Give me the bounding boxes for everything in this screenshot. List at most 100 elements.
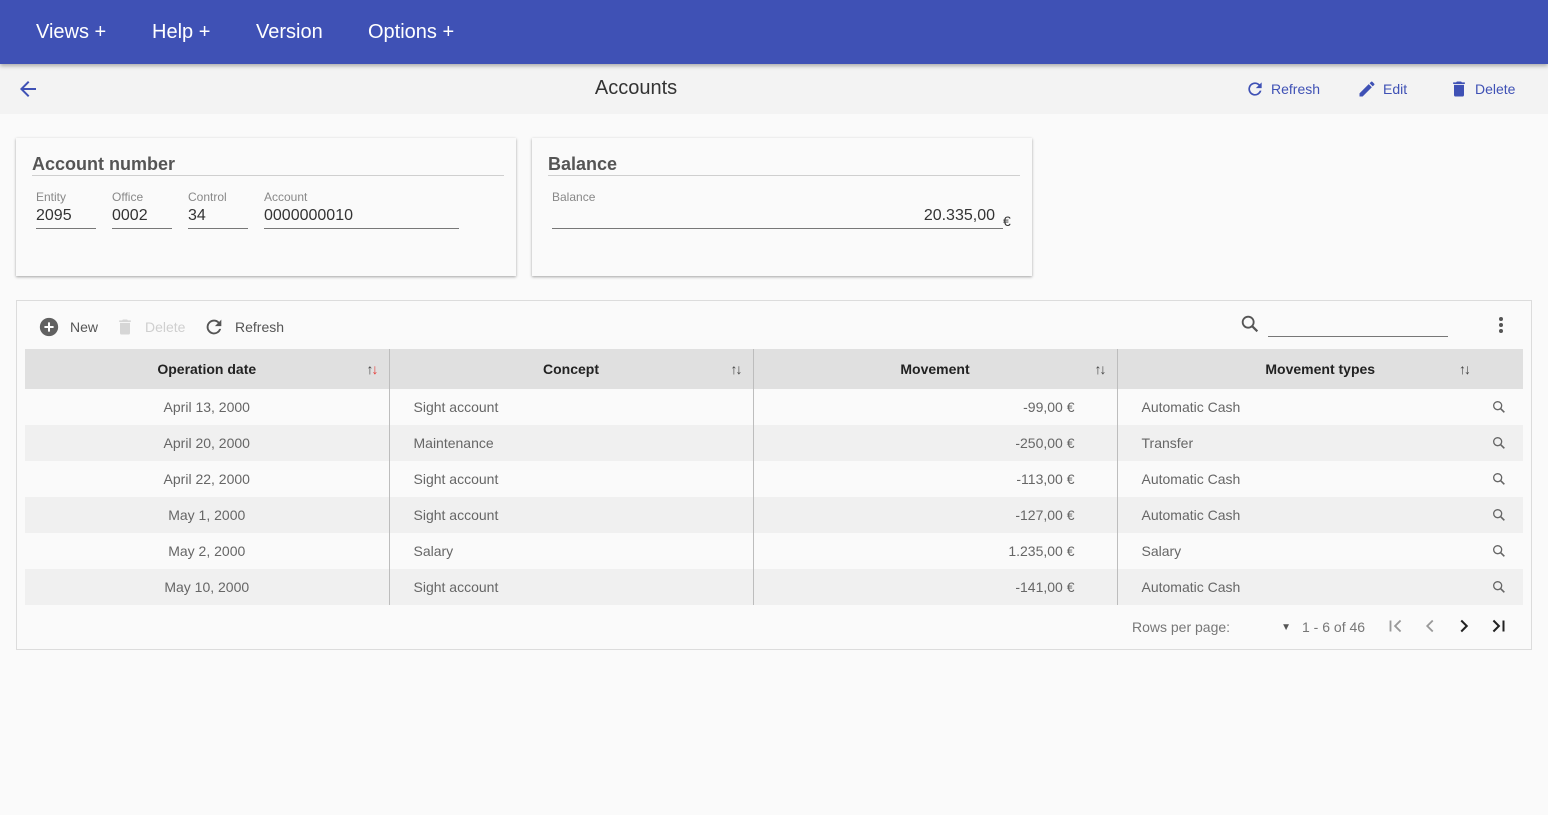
trash-icon xyxy=(119,319,131,335)
previous-page-icon[interactable] xyxy=(1419,615,1441,637)
cell-movement: -127,00 € xyxy=(752,497,1117,533)
column-header-operation-date[interactable]: Operation date ↑↓ xyxy=(25,349,389,389)
account-value[interactable]: 0000000010 xyxy=(264,207,459,229)
sort-arrows-icon[interactable]: ↑↓ xyxy=(731,361,743,377)
column-header-movement[interactable]: Movement ↑↓ xyxy=(752,349,1117,389)
search-icon[interactable] xyxy=(1491,399,1507,415)
column-header-label: Concept xyxy=(543,361,599,377)
new-button[interactable]: New xyxy=(38,315,98,339)
search-icon[interactable] xyxy=(1491,579,1507,595)
search-icon xyxy=(1241,315,1259,333)
column-header-concept[interactable]: Concept ↑↓ xyxy=(388,349,753,389)
entity-value[interactable]: 2095 xyxy=(36,207,96,229)
sort-arrows-icon[interactable]: ↑↓ xyxy=(1459,361,1471,377)
table-row[interactable]: May 10, 2000 Sight account -141,00 € Aut… xyxy=(25,569,1523,605)
refresh-button[interactable]: Refresh xyxy=(203,315,284,339)
control-value[interactable]: 34 xyxy=(188,207,248,229)
page-title: Accounts xyxy=(594,77,678,99)
column-header-label: Movement types xyxy=(1265,361,1376,377)
page-range: 1 - 6 of 46 xyxy=(1302,619,1366,635)
movements-grid: New Delete Refresh Operation date ↑↓ Con… xyxy=(16,300,1532,650)
refresh-label: Refresh xyxy=(235,319,285,335)
table-header-row: Operation date ↑↓ Concept ↑↓ Movement ↑↓… xyxy=(25,349,1523,389)
rows-per-page-select[interactable]: ▼ xyxy=(1251,617,1291,637)
cell-concept: Sight account xyxy=(388,461,753,497)
cell-movement-type: Automatic Cash xyxy=(1116,497,1523,533)
first-page-icon[interactable] xyxy=(1385,615,1407,637)
balance-value[interactable]: 20.335,00 xyxy=(552,207,1003,229)
account-number-card: Account number Entity 2095 Office 0002 C… xyxy=(16,138,516,276)
balance-label: Balance xyxy=(552,190,596,204)
cell-concept: Salary xyxy=(388,533,753,569)
account-label: Account xyxy=(264,190,308,204)
cell-movement-type: Automatic Cash xyxy=(1116,569,1523,605)
top-app-bar: Views + Help + Version Options + xyxy=(0,0,1548,64)
entity-field[interactable]: Entity 2095 xyxy=(36,190,96,229)
dropdown-triangle-icon: ▼ xyxy=(1281,621,1291,633)
cell-movement-type: Automatic Cash xyxy=(1116,389,1523,425)
header-delete-button[interactable]: Delete xyxy=(1449,77,1515,101)
cell-movement-type-label: Automatic Cash xyxy=(1141,579,1241,595)
table-row[interactable]: April 22, 2000 Sight account -113,00 € A… xyxy=(25,461,1523,497)
cell-operation-date: May 10, 2000 xyxy=(25,569,389,605)
header-edit-button[interactable]: Edit xyxy=(1357,77,1407,101)
menu-views[interactable]: Views + xyxy=(36,0,106,64)
balance-field[interactable]: Balance 20.335,00 xyxy=(552,190,1003,229)
trash-icon xyxy=(1453,81,1465,97)
cell-movement: -113,00 € xyxy=(752,461,1117,497)
next-page-icon[interactable] xyxy=(1453,615,1475,637)
new-label: New xyxy=(70,319,99,335)
cell-movement-type-label: Automatic Cash xyxy=(1141,471,1241,487)
table-row[interactable]: April 20, 2000 Maintenance -250,00 € Tra… xyxy=(25,425,1523,461)
search-icon[interactable] xyxy=(1491,543,1507,559)
column-header-movement-types[interactable]: Movement types ↑↓ xyxy=(1116,349,1523,389)
menu-version[interactable]: Version xyxy=(256,0,323,64)
office-value[interactable]: 0002 xyxy=(112,207,172,229)
pencil-icon xyxy=(1359,81,1375,97)
header-refresh-label: Refresh xyxy=(1271,81,1321,97)
delete-label: Delete xyxy=(145,319,186,335)
menu-options[interactable]: Options + xyxy=(368,0,454,64)
cell-movement-type-label: Transfer xyxy=(1141,435,1194,451)
search-input[interactable] xyxy=(1268,315,1448,337)
sort-arrows-icon[interactable]: ↑↓ xyxy=(1095,361,1107,377)
office-field[interactable]: Office 0002 xyxy=(112,190,172,229)
table-row[interactable]: May 2, 2000 Salary 1.235,00 € Salary xyxy=(25,533,1523,569)
currency-symbol: € xyxy=(1003,213,1011,229)
cell-concept: Sight account xyxy=(388,389,753,425)
last-page-icon[interactable] xyxy=(1487,615,1509,637)
account-field[interactable]: Account 0000000010 xyxy=(264,190,459,229)
movements-table: Operation date ↑↓ Concept ↑↓ Movement ↑↓… xyxy=(25,349,1523,605)
balance-title: Balance xyxy=(548,154,618,174)
refresh-icon xyxy=(1248,82,1262,96)
table-row[interactable]: May 1, 2000 Sight account -127,00 € Auto… xyxy=(25,497,1523,533)
add-circle-icon xyxy=(39,317,59,337)
more-vert-icon[interactable] xyxy=(1489,313,1513,337)
cell-movement: 1.235,00 € xyxy=(752,533,1117,569)
cell-concept: Maintenance xyxy=(388,425,753,461)
table-row[interactable]: April 13, 2000 Sight account -99,00 € Au… xyxy=(25,389,1523,425)
cell-movement-type-label: Salary xyxy=(1141,543,1182,559)
office-label: Office xyxy=(112,190,144,204)
card-divider xyxy=(548,175,1020,176)
page-header: Accounts Refresh Edit Delete xyxy=(0,64,1548,114)
header-refresh-button[interactable]: Refresh xyxy=(1245,77,1320,101)
control-label: Control xyxy=(188,190,227,204)
balance-card: Balance Balance 20.335,00 € xyxy=(532,138,1032,276)
column-header-label: Operation date xyxy=(157,361,257,377)
search-icon[interactable] xyxy=(1491,435,1507,451)
delete-button[interactable]: Delete xyxy=(115,315,185,339)
menu-help[interactable]: Help + xyxy=(152,0,210,64)
cell-movement: -250,00 € xyxy=(752,425,1117,461)
card-divider xyxy=(32,175,504,176)
search-icon[interactable] xyxy=(1491,507,1507,523)
control-field[interactable]: Control 34 xyxy=(188,190,248,229)
cell-movement-type: Salary xyxy=(1116,533,1523,569)
cell-movement: -99,00 € xyxy=(752,389,1117,425)
cell-movement-type: Transfer xyxy=(1116,425,1523,461)
entity-label: Entity xyxy=(36,190,67,204)
sort-arrows-icon[interactable]: ↑↓ xyxy=(367,361,379,377)
cell-operation-date: April 22, 2000 xyxy=(163,471,250,487)
search-icon[interactable] xyxy=(1491,471,1507,487)
cell-movement-type: Automatic Cash xyxy=(1116,461,1523,497)
